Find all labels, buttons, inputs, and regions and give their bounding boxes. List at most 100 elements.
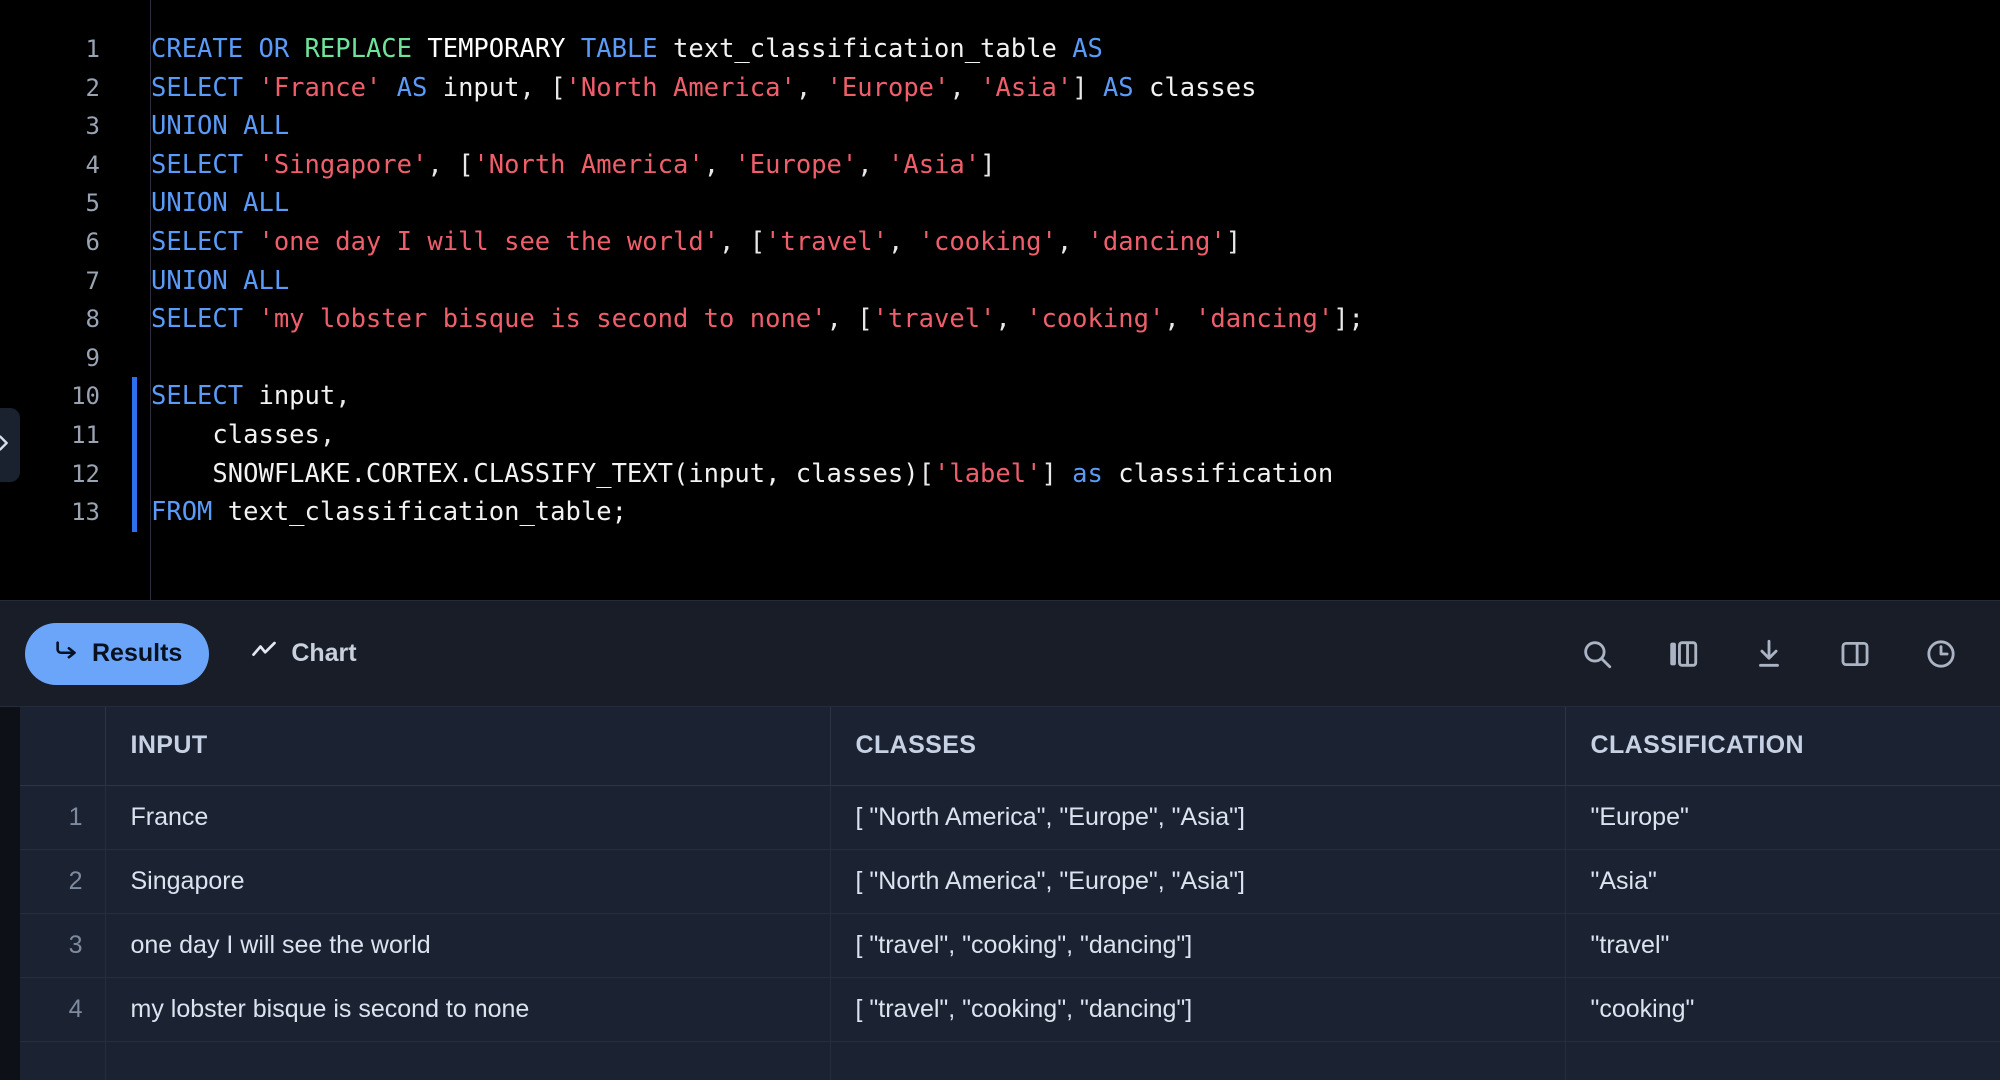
code-text: SELECT 'Singapore', ['North America', 'E… — [151, 149, 996, 180]
code-line[interactable]: 5 UNION ALL — [0, 184, 2000, 223]
code-text: SELECT 'my lobster bisque is second to n… — [151, 304, 1364, 335]
results-toolbar: Results Chart — [0, 600, 2000, 707]
history-clock-icon[interactable] — [1924, 637, 1958, 671]
tab-results[interactable]: Results — [25, 622, 210, 685]
cell-num[interactable]: 2 — [20, 849, 106, 914]
cell-classification[interactable]: "travel" — [1565, 913, 2000, 978]
code-line[interactable]: 4 SELECT 'Singapore', ['North America', '… — [0, 146, 2000, 185]
results-tool-icons — [1580, 637, 1978, 671]
sql-worksheet: 1 CREATE OR REPLACE TEMPORARY TABLE text_… — [0, 0, 2000, 1080]
table-header-row: INPUT CLASSES CLASSIFICATION — [20, 707, 2000, 786]
code-text: UNION ALL — [151, 111, 290, 142]
active-statement-marker — [108, 69, 151, 108]
cell-num[interactable]: 4 — [20, 977, 106, 1042]
line-number: 2 — [85, 73, 100, 102]
cell-classes[interactable]: [ "North America", "Europe", "Asia"] — [830, 785, 1566, 850]
line-number: 6 — [85, 227, 100, 256]
column-header-rownum[interactable] — [20, 707, 106, 786]
line-number: 9 — [85, 343, 100, 372]
active-statement-marker — [108, 454, 151, 494]
code-text: UNION ALL — [151, 265, 290, 296]
code-line[interactable]: 10 SELECT input, — [0, 377, 2000, 416]
code-line[interactable]: 11 classes, — [0, 415, 2000, 455]
chevron-right-icon — [0, 432, 14, 459]
columns-icon[interactable] — [1666, 637, 1700, 671]
cell-input[interactable]: one day I will see the world — [105, 913, 831, 978]
results-table: INPUT CLASSES CLASSIFICATION 1 France[ "Nor… — [20, 707, 2000, 1080]
table-row[interactable]: 2 Singapore[ "North America", "Europe", "… — [20, 849, 2000, 914]
cell-empty[interactable] — [830, 1041, 1566, 1080]
column-header-classification[interactable]: CLASSIFICATION — [1565, 707, 2000, 786]
active-statement-marker — [108, 493, 151, 532]
line-chart-icon — [250, 636, 278, 671]
code-line[interactable]: 6 SELECT 'one day I will see the world', … — [0, 223, 2000, 262]
download-icon[interactable] — [1752, 637, 1786, 671]
code-text: SELECT 'France' AS input, ['North Americ… — [151, 72, 1257, 103]
cell-input[interactable]: Singapore — [105, 849, 831, 914]
code-line[interactable]: 12 SNOWFLAKE.CORTEX.CLASSIFY_TEXT(input,… — [0, 454, 2000, 494]
active-statement-marker — [108, 146, 151, 185]
code-text: SELECT input, — [151, 381, 351, 412]
column-header-classes[interactable]: CLASSES — [830, 707, 1566, 786]
cell-classes[interactable]: [ "travel", "cooking", "dancing"] — [830, 913, 1566, 978]
active-statement-marker — [108, 377, 151, 416]
code-lines[interactable]: 1 CREATE OR REPLACE TEMPORARY TABLE text_… — [0, 0, 2000, 532]
tab-chart-label: Chart — [291, 639, 357, 667]
active-statement-marker — [108, 300, 151, 339]
active-statement-marker — [108, 223, 151, 262]
cell-classification[interactable]: "cooking" — [1565, 977, 2000, 1042]
code-line[interactable]: 8 SELECT 'my lobster bisque is second to … — [0, 300, 2000, 339]
active-statement-marker — [108, 184, 151, 223]
cell-classes[interactable]: [ "travel", "cooking", "dancing"] — [830, 977, 1566, 1042]
results-tabs: Results Chart — [25, 622, 384, 685]
cell-input[interactable]: my lobster bisque is second to none — [105, 977, 831, 1042]
line-number: 4 — [85, 150, 100, 179]
line-number: 5 — [85, 189, 100, 218]
column-header-input[interactable]: INPUT — [105, 707, 831, 786]
results-panel[interactable]: INPUT CLASSES CLASSIFICATION 1 France[ "Nor… — [0, 707, 2000, 1080]
sql-editor[interactable]: 1 CREATE OR REPLACE TEMPORARY TABLE text_… — [0, 0, 2000, 600]
cell-num[interactable]: 1 — [20, 785, 106, 850]
table-row[interactable]: 1 France[ "North America", "Europe", "Asi… — [20, 785, 2000, 850]
table-row[interactable]: 3 one day I will see the world[ "travel",… — [20, 913, 2000, 978]
code-text: SELECT 'one day I will see the world', [… — [151, 226, 1242, 257]
split-panel-icon[interactable] — [1838, 637, 1872, 671]
cell-empty[interactable] — [1565, 1041, 2000, 1080]
code-text: UNION ALL — [151, 188, 290, 219]
cell-classification[interactable]: "Asia" — [1565, 849, 2000, 914]
cell-classification[interactable]: "Europe" — [1565, 785, 2000, 850]
expand-sidebar-button[interactable] — [0, 408, 20, 482]
line-number: 8 — [85, 305, 100, 334]
code-line[interactable]: 3 UNION ALL — [0, 107, 2000, 146]
active-statement-marker — [108, 107, 151, 146]
cell-num[interactable]: 3 — [20, 913, 106, 978]
line-number: 1 — [85, 35, 100, 63]
active-statement-marker — [108, 415, 151, 455]
code-text: classes, — [151, 419, 336, 450]
line-number: 7 — [85, 266, 100, 295]
table-header: INPUT CLASSES CLASSIFICATION — [20, 707, 2000, 786]
code-line[interactable]: 2 SELECT 'France' AS input, ['North Ameri… — [0, 69, 2000, 108]
line-number: 3 — [85, 112, 100, 141]
cell-empty[interactable] — [105, 1041, 831, 1080]
code-line[interactable]: 7 UNION ALL — [0, 262, 2000, 301]
tab-chart[interactable]: Chart — [223, 622, 383, 685]
code-line[interactable]: 1 CREATE OR REPLACE TEMPORARY TABLE text_… — [0, 30, 2000, 69]
cell-empty[interactable] — [20, 1041, 106, 1080]
line-number: 13 — [71, 498, 100, 527]
code-line[interactable]: 13 FROM text_classification_table; — [0, 493, 2000, 532]
arrow-return-icon — [52, 637, 79, 671]
active-statement-marker — [108, 30, 151, 69]
table-row[interactable] — [20, 1041, 2000, 1080]
code-text: CREATE OR REPLACE TEMPORARY TABLE text_c… — [151, 34, 1103, 64]
cell-classes[interactable]: [ "North America", "Europe", "Asia"] — [830, 849, 1566, 914]
code-text: FROM text_classification_table; — [151, 497, 627, 528]
code-line[interactable]: 9 — [0, 339, 2000, 378]
table-row[interactable]: 4 my lobster bisque is second to none[ "t… — [20, 977, 2000, 1042]
table-body: 1 France[ "North America", "Europe", "Asi… — [20, 785, 2000, 1080]
search-icon[interactable] — [1580, 637, 1614, 671]
active-statement-marker — [108, 262, 151, 301]
code-text: SNOWFLAKE.CORTEX.CLASSIFY_TEXT(input, cl… — [151, 458, 1334, 489]
active-statement-marker — [108, 339, 151, 378]
cell-input[interactable]: France — [105, 785, 831, 850]
